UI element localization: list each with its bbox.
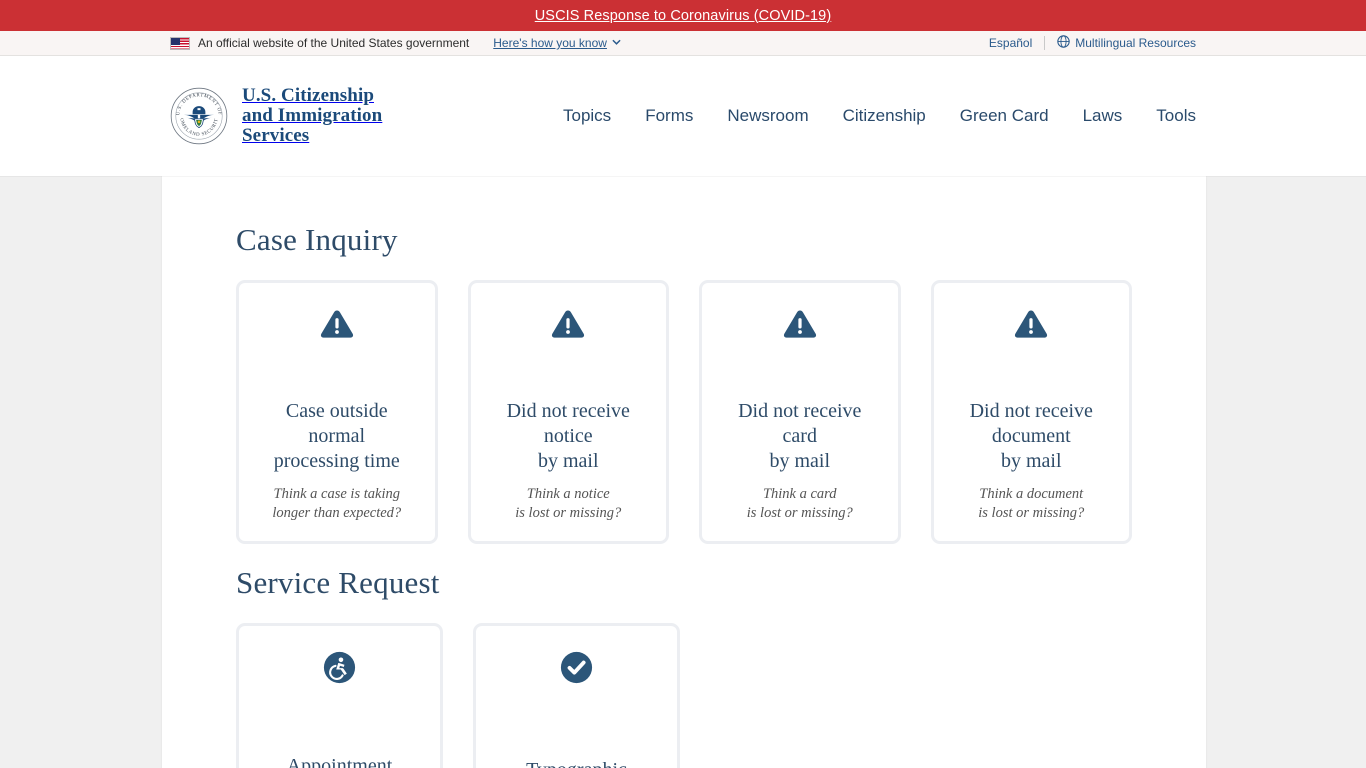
chevron-down-icon: [612, 37, 621, 47]
card-title: Did not receive document by mail: [969, 400, 1093, 472]
card-subtitle: Think a document is lost or missing?: [978, 486, 1085, 521]
warning-triangle-icon: [1013, 303, 1049, 345]
accessibility-icon: [323, 646, 356, 688]
brand-line-2: and Immigration: [242, 105, 383, 126]
page-background: Case Inquiry Case outside normal processin…: [0, 176, 1366, 768]
main-navigation: Topics Forms Newsroom Citizenship Green …: [563, 106, 1196, 126]
globe-icon: [1057, 35, 1070, 51]
how-you-know-toggle[interactable]: Here's how you know: [493, 36, 621, 50]
section-service-request: Service Request AppointmentAccommodation…: [236, 565, 1132, 768]
nav-item-forms[interactable]: Forms: [645, 106, 693, 126]
card-title: Did not receive notice by mail: [506, 400, 630, 472]
content-container: Case Inquiry Case outside normal processin…: [162, 176, 1206, 768]
card-did-not-receive-notice[interactable]: Did not receive notice by mail Think a not…: [467, 280, 669, 544]
nav-item-topics[interactable]: Topics: [563, 106, 611, 126]
nav-item-newsroom[interactable]: Newsroom: [727, 106, 808, 126]
brand-line-3: Services: [242, 125, 310, 146]
covid-alert-link[interactable]: USCIS Response to Coronavirus (COVID-19): [535, 8, 832, 24]
card-title: AppointmentAccommodations: [286, 755, 393, 768]
nav-item-green-card[interactable]: Green Card: [960, 106, 1049, 126]
official-government-bar: An official website of the United States…: [0, 31, 1366, 56]
uscis-logo-link[interactable]: U.S. DEPARTMENT OF HOMELAND SECURITY: [168, 84, 382, 146]
gov-bar-left: An official website of the United States…: [170, 36, 621, 50]
card-typographic-error[interactable]: TypographicError Make typographiccorrect…: [473, 623, 680, 768]
nav-item-tools[interactable]: Tools: [1156, 106, 1196, 126]
gov-bar-right: Español Multilingual Resources: [989, 35, 1196, 51]
card-title: TypographicError: [526, 758, 627, 768]
warning-triangle-icon: [782, 303, 818, 345]
card-title: Did not receive card by mail: [738, 400, 862, 472]
section-case-inquiry: Case Inquiry Case outside normal processin…: [236, 222, 1132, 544]
card-title: Case outside normal processing time: [273, 400, 400, 472]
nav-item-citizenship[interactable]: Citizenship: [843, 106, 926, 126]
section-title-service-request: Service Request: [236, 565, 440, 600]
us-flag-icon: [170, 36, 190, 50]
dhs-seal-icon: U.S. DEPARTMENT OF HOMELAND SECURITY: [168, 84, 228, 145]
nav-item-laws[interactable]: Laws: [1083, 106, 1123, 126]
vertical-divider: [1044, 36, 1046, 50]
espanol-link[interactable]: Español: [989, 36, 1032, 50]
card-appointment-accommodations[interactable]: AppointmentAccommodations Request accomm…: [236, 623, 443, 768]
card-did-not-receive-document[interactable]: Did not receive document by mail Think a d…: [930, 280, 1132, 544]
warning-triangle-icon: [319, 303, 355, 345]
card-subtitle: Think a case is taking longer than expect…: [272, 486, 402, 521]
brand-name: U.S. Citizenship and Immigration Service…: [242, 86, 382, 146]
card-case-outside-processing-time[interactable]: Case outside normal processing time Think …: [236, 280, 438, 544]
warning-triangle-icon: [550, 303, 586, 345]
official-website-text: An official website of the United States…: [198, 36, 470, 50]
how-you-know-label: Here's how you know: [493, 36, 607, 50]
card-subtitle: Think a notice is lost or missing?: [515, 486, 622, 521]
brand-line-1: U.S. Citizenship: [242, 85, 374, 106]
card-subtitle: Think a card is lost or missing?: [746, 486, 853, 521]
check-circle-icon: [560, 646, 593, 688]
card-row-case-inquiry: Case outside normal processing time Think …: [236, 280, 1132, 544]
multilingual-resources-link[interactable]: Multilingual Resources: [1057, 35, 1196, 51]
section-title-case-inquiry: Case Inquiry: [236, 222, 398, 257]
multilingual-resources-label: Multilingual Resources: [1075, 36, 1196, 50]
card-row-service-request: AppointmentAccommodations Request accomm…: [236, 623, 1132, 768]
card-did-not-receive-card[interactable]: Did not receive card by mail Think a card i…: [699, 280, 901, 544]
covid-alert-banner: USCIS Response to Coronavirus (COVID-19): [0, 0, 1366, 31]
site-header: U.S. DEPARTMENT OF HOMELAND SECURITY: [0, 56, 1366, 176]
